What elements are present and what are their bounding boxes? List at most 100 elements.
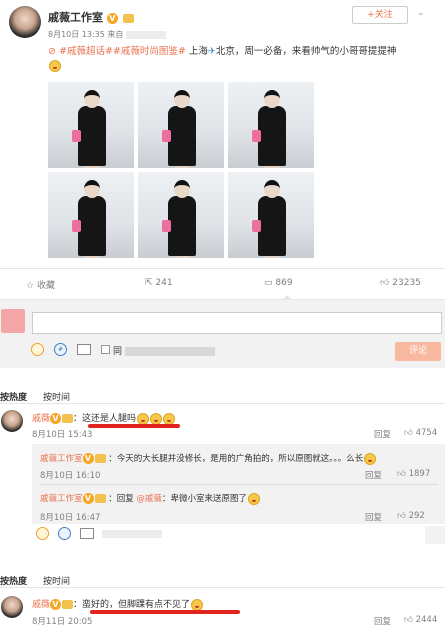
follow-button[interactable]: +关注 [352,6,408,24]
reply-time: 8月10日 16:47 [40,513,101,523]
verified-icon: V [50,599,62,610]
comment-time: 8月11日 20:05 [32,617,93,627]
author-name[interactable]: 戚薇工作室 [48,11,103,24]
post-photo[interactable] [228,172,314,258]
reply-author[interactable]: 戚薇工作室 [40,454,83,464]
commenter-avatar[interactable] [1,596,23,618]
thumbs-up-icon: 👍︎ [397,469,406,479]
blurred-text [124,347,215,356]
laughing-emoji-icon [163,412,176,425]
user-avatar [1,309,25,333]
comment-like[interactable]: 👍︎ 2444 [404,615,437,625]
reply-link[interactable]: 回复 [365,511,382,523]
reply-like[interactable]: 👍︎ 292 [397,511,425,521]
hashtag-link-1[interactable]: #戚薇超话# [59,46,113,57]
emoji-picker-icon[interactable] [31,343,44,356]
commenter-name[interactable]: 戚薇 [32,600,50,610]
divider [0,268,445,269]
reply-text: ：回复 [108,494,137,504]
submit-comment-button[interactable]: 评论 [395,342,441,361]
commenter-avatar[interactable] [1,410,23,432]
thumbs-up-icon: 👍︎ [404,615,413,625]
repost-action[interactable]: ⇱ 241 [145,278,173,288]
topic-icon[interactable] [58,527,71,540]
also-label-text: 同 [113,347,123,357]
comment-action[interactable]: ▭ 869 [264,278,293,288]
post-timestamp: 8月10日 13:35 来自 [48,29,166,40]
comment-line: 戚薇 V ：这还是人腿吗 [32,411,176,425]
author-name-row: 戚薇工作室 V [48,9,134,25]
laughing-emoji-icon [150,412,163,425]
image-icon[interactable] [77,344,91,355]
verified-icon: V [82,493,94,504]
repost-icon: ⇱ [145,278,153,288]
star-icon: ☆ [26,281,35,291]
emoji-icon [247,492,260,505]
post-photo[interactable] [48,82,134,168]
reply-like-count: 292 [408,511,425,521]
divider [0,403,445,404]
sort-tab-hot-2[interactable]: 按热度 [0,574,27,587]
reply-link[interactable]: 回复 [365,469,382,481]
level-badge-icon [62,600,74,609]
comment-count: 869 [275,278,293,288]
reply-like[interactable]: 👍︎ 1897 [397,469,430,479]
follow-label: +关注 [367,10,393,20]
reply-link[interactable]: 回复 [374,428,391,440]
comment-like-count: 4754 [415,428,438,438]
emoji-picker-icon[interactable] [36,527,49,540]
sort-tab-time-2[interactable]: 按时间 [43,574,70,587]
thumbs-up-icon: 👍︎ [397,511,406,521]
post-photo[interactable] [138,172,224,258]
reply-line: 戚薇工作室 V ：回复 @戚薇：卑微小室来送原图了 [40,492,440,505]
post-photo[interactable] [138,82,224,168]
author-avatar[interactable] [9,6,41,38]
more-chevron-icon[interactable]: ⌄ [417,8,427,18]
reply-text: ：今天的大长腿并没修长，是用的广角拍的，所以原图就这。。。么长 [108,454,364,464]
post-text: ⊘ #戚薇超话##戚薇时尚图鉴# 上海✈北京，周一必备，来看帅气的小哥哥提提神 [48,45,438,73]
sort-tab-time[interactable]: 按时间 [43,390,70,403]
reply-time: 8月10日 16:10 [40,471,101,481]
image-icon[interactable] [80,528,94,539]
reply-author[interactable]: 戚薇工作室 [40,494,83,504]
level-badge-icon [122,13,134,23]
level-badge-icon [62,414,74,423]
reply-link[interactable]: 回复 [374,615,391,627]
mention-link[interactable]: @戚薇 [136,494,162,504]
commenter-name[interactable]: 戚薇 [32,414,50,424]
topic-icon[interactable]: # [54,343,67,356]
level-badge-icon [94,454,106,463]
post-photo[interactable] [48,172,134,258]
reply-line: 戚薇工作室 V ：今天的大长腿并没修长，是用的广角拍的，所以原图就这。。。么长 [40,452,440,465]
thumbs-up-icon: 👍︎ [404,428,413,438]
emoji-icon [364,452,377,465]
reply-input-edge [425,526,445,544]
repost-count: 241 [155,278,173,288]
post-photo[interactable] [228,82,314,168]
comment-input[interactable] [32,312,442,334]
comment-like-count: 2444 [415,615,438,625]
comment-time: 8月10日 15:43 [32,430,93,440]
favorite-action[interactable]: ☆ 收藏 [26,278,55,291]
reply-text-2: ：卑微小室来送原图了 [161,494,247,504]
verified-icon: V [82,453,94,464]
level-badge-icon [94,494,106,503]
hashtag-link-2[interactable]: #戚薇时尚图鉴# [113,46,186,57]
reply-like-count: 1897 [408,469,431,479]
favorite-label: 收藏 [36,281,55,291]
comment-text: ：这还是人腿吗 [73,414,137,424]
hashtag-icon: ⊘ [48,46,56,57]
divider [0,587,445,588]
annotation-underline [88,424,180,428]
composer-area [0,300,445,368]
comment-text: ：蛮好的，但脚踝有点不见了 [73,600,191,610]
also-repost-checkbox[interactable] [101,345,110,354]
like-count: 23235 [392,278,421,288]
comment-like[interactable]: 👍︎ 4754 [404,428,437,438]
thumbs-up-icon: 👍︎ [380,278,390,288]
submit-label: 评论 [408,346,427,356]
sort-tab-hot[interactable]: 按热度 [0,390,27,403]
like-action[interactable]: 👍︎ 23235 [380,278,421,288]
verified-icon: V [106,12,118,24]
annotation-underline [90,610,240,614]
